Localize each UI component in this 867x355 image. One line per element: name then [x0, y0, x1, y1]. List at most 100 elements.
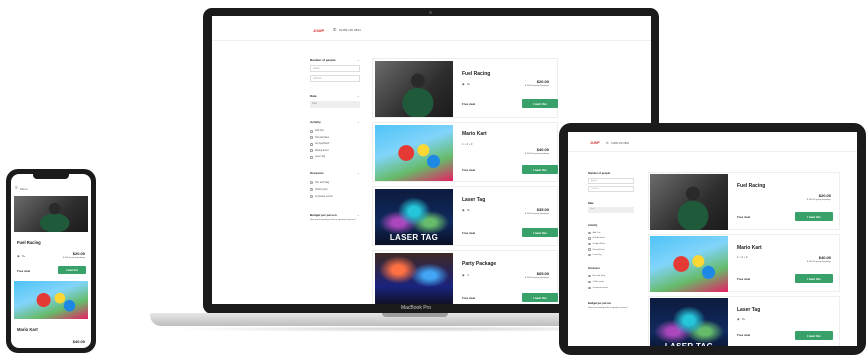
product-image[interactable]	[375, 253, 453, 304]
i-want-this-button[interactable]: I want this	[522, 165, 558, 174]
people-icon: ◉	[17, 254, 20, 258]
occasion-option[interactable]: Child's party	[310, 186, 360, 193]
activity-list: Add Ons Kids Activities Go Ape/Ratch Rac…	[310, 128, 360, 161]
chevron-down-icon[interactable]: ⌄	[357, 58, 360, 62]
product-image[interactable]: LASER TAG	[375, 189, 453, 245]
product-meta: 1 • 2 • 3	[737, 255, 748, 259]
camera-icon	[429, 11, 432, 14]
budget-filter-title: Budget per person	[588, 302, 612, 305]
deal-dropdown[interactable]: Free deal	[462, 168, 475, 172]
people-icon: ◉	[462, 208, 465, 212]
people-filter-title: Number of people	[588, 172, 611, 175]
occasion-option[interactable]: Corporate events	[310, 193, 360, 200]
budget-filter-title: Budget per person	[310, 213, 337, 217]
product-price: $65.00	[536, 271, 549, 276]
activity-option[interactable]: Laser Tag	[588, 252, 634, 258]
phone-screen: ☰ Menu Fuel Racing ◉ 8+ $20.00 $ 300.00 …	[11, 174, 91, 348]
i-want-this-button[interactable]: I want this	[58, 266, 86, 274]
menu-icon[interactable]: ☰	[15, 186, 18, 190]
occasion-list: Hen and Stag Child's party Corporate eve…	[310, 179, 360, 200]
product-price: $20.00	[72, 251, 85, 256]
deal-dropdown[interactable]: Free deal	[737, 333, 750, 337]
chevron-down-icon[interactable]: ⌄	[357, 213, 360, 217]
occasion-list: Hen and Stag Child's party Corporate eve…	[588, 273, 634, 291]
filter-sidebar: Number of people ⌄ Adults Children Date …	[310, 56, 362, 296]
menu-label[interactable]: Menu	[20, 187, 28, 191]
brand-logo[interactable]: JUMP	[313, 28, 324, 33]
chevron-down-icon[interactable]: ⌄	[357, 94, 360, 98]
product-name[interactable]: Mario Kart	[17, 327, 38, 332]
product-card: LASER TAG Laser Tag ◉ 8+ $35.00 $ 300.00…	[372, 186, 558, 246]
product-image[interactable]	[14, 196, 88, 232]
product-name[interactable]: Fuel Racing	[462, 71, 490, 77]
product-card: Fuel Racing ◉ 8+ $20.00 $ 300.00 group b…	[372, 58, 558, 118]
product-meta: 4	[467, 273, 469, 277]
product-name[interactable]: Fuel Racing	[17, 240, 41, 245]
date-input[interactable]: Date	[310, 101, 360, 108]
product-name[interactable]: Mario Kart	[462, 131, 487, 137]
i-want-this-button[interactable]: I want this	[795, 331, 833, 340]
i-want-this-button[interactable]: I want this	[522, 99, 558, 108]
product-price: $40.00	[72, 339, 85, 344]
occasion-option[interactable]: Hen and Stag	[310, 179, 360, 186]
phone-number[interactable]: 01489 230 0894	[339, 28, 361, 32]
i-want-this-button[interactable]: I want this	[795, 212, 833, 221]
product-card: Fuel Racing $20.00 $ 300.00 group bookin…	[648, 172, 840, 230]
activity-list: Add Ons Kids Activities Go Ape/Ratch Rac…	[588, 230, 634, 258]
activity-filter-title: Activity	[310, 120, 321, 124]
deal-dropdown[interactable]: Free deal	[737, 215, 750, 219]
product-card: LASER TAG Laser Tag ◉ 8+ Free deal I wan…	[648, 296, 840, 346]
date-input[interactable]: Date	[588, 207, 634, 213]
product-meta: 1 • 2 • 3	[462, 142, 473, 146]
i-want-this-button[interactable]: I want this	[522, 228, 558, 237]
product-price: $40.00	[536, 147, 549, 152]
product-name[interactable]: Party Package	[462, 261, 496, 267]
product-image[interactable]	[375, 125, 453, 181]
product-price: $20.00	[818, 193, 831, 198]
deal-dropdown[interactable]: Free deal	[17, 269, 30, 273]
activity-filter-title: Activity	[588, 224, 598, 227]
product-price-note: $ 300.00 group bookings	[524, 277, 549, 279]
deal-dropdown[interactable]: Free deal	[462, 296, 475, 300]
filter-sidebar: Number of people Adults Children Date Da…	[588, 172, 636, 342]
i-want-this-button[interactable]: I want this	[522, 293, 558, 302]
product-meta: 8+	[467, 82, 471, 86]
date-filter-title: Date	[310, 94, 317, 98]
children-input[interactable]: Children	[310, 75, 360, 82]
activity-option[interactable]: Laser Tag	[310, 154, 360, 161]
chevron-down-icon[interactable]: ⌄	[357, 171, 360, 175]
i-want-this-button[interactable]: I want this	[795, 274, 833, 283]
product-meta: 8+	[742, 317, 746, 321]
laptop-label: MacBook Pro	[400, 305, 431, 311]
deal-dropdown[interactable]: Free deal	[462, 231, 475, 235]
product-list: Fuel Racing ◉ 8+ $20.00 $ 300.00 group b…	[372, 56, 562, 304]
laptop-notch	[382, 313, 448, 317]
occasion-option[interactable]: Corporate events	[588, 285, 634, 291]
product-price: $35.00	[536, 207, 549, 212]
product-meta: 8+	[22, 254, 26, 258]
device-mockup-stage: JUMP ✆ 01489 230 0894 Number of people ⌄…	[0, 0, 867, 355]
occasion-filter-title: Occasion	[310, 171, 324, 175]
children-input[interactable]: Children	[588, 186, 634, 192]
people-icon: ◉	[737, 317, 740, 321]
product-image[interactable]: LASER TAG	[650, 298, 728, 346]
product-name[interactable]: Laser Tag	[462, 197, 485, 203]
product-price-note: $ 300.00 group bookings	[806, 199, 831, 201]
product-price-note: $ 300.00 group bookings	[524, 85, 549, 87]
product-image-caption: LASER TAG	[389, 232, 439, 242]
deal-dropdown[interactable]: Free deal	[737, 277, 750, 281]
product-image[interactable]	[14, 281, 88, 319]
phone-number[interactable]: 01489 230 0894	[611, 142, 629, 145]
product-name[interactable]: Mario Kart	[737, 245, 762, 251]
deal-dropdown[interactable]: Free deal	[462, 102, 475, 106]
chevron-down-icon[interactable]: ⌄	[357, 120, 360, 124]
product-image[interactable]	[650, 236, 728, 292]
product-meta: 8+	[467, 208, 471, 212]
brand-logo[interactable]: JUMP	[590, 141, 600, 145]
product-image[interactable]	[375, 61, 453, 117]
product-name[interactable]: Fuel Racing	[737, 183, 765, 189]
adults-input[interactable]: Adults	[588, 178, 634, 184]
product-name[interactable]: Laser Tag	[737, 307, 760, 313]
product-image[interactable]	[650, 174, 728, 230]
adults-input[interactable]: Adults	[310, 65, 360, 72]
